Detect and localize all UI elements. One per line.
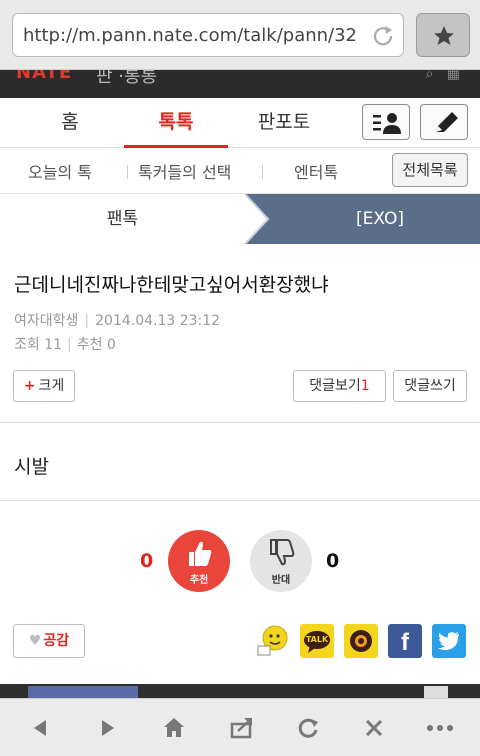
empathy-button[interactable]: ♥ 공감 [13,624,85,658]
facebook-share-button[interactable]: f [388,624,422,658]
forward-icon[interactable] [92,713,124,743]
tab-toktok[interactable]: 톡톡 [124,98,228,148]
text-size-button[interactable]: + 크게 [13,370,75,402]
next-content-sliver [0,684,480,698]
downvote-label: 반대 [271,575,291,586]
recommend-label: 추천 [76,337,103,353]
profile-list-icon [373,113,401,134]
write-comment-button[interactable]: 댓글쓰기 [393,370,467,402]
text-size-label: 크게 [38,378,65,394]
pencil-icon [436,112,458,132]
my-profile-button[interactable] [362,104,410,140]
views-count: 11 [44,337,63,353]
heart-icon: ♥ [28,633,42,649]
downvote-count: 0 [326,550,340,572]
plus-icon: + [23,378,36,394]
kakaotalk-label: TALK [305,635,329,644]
divider [0,422,480,423]
all-list-button[interactable]: 전체목록 [392,153,468,187]
kakaostory-icon [350,630,372,652]
site-header: NATE 판 ·통통 ⌕ ▦ [0,70,480,98]
share-icon[interactable] [226,713,258,743]
empathy-label: 공감 [43,633,70,649]
site-logo[interactable]: NATE [16,70,72,83]
view-comments-label: 댓글보기 [309,378,361,394]
sub-tab-entertainment[interactable]: 엔터톡 [294,159,338,183]
sub-tab-talkers-choice[interactable]: 톡커들의 선택 [138,159,231,183]
bookmark-button[interactable] [416,13,470,57]
kakaotalk-share-button[interactable]: TALK [300,624,334,658]
thumbnail-image[interactable] [28,686,138,698]
twitter-share-button[interactable] [432,624,466,658]
facebook-icon: f [401,629,409,656]
browser-nav-bar [0,698,480,756]
close-icon[interactable] [358,713,390,743]
divider [262,165,263,179]
write-post-button[interactable] [420,104,468,140]
breadcrumb-fantalk[interactable]: 팬톡 [0,194,245,244]
post-title: 근데니네진짜나한테맞고싶어서환장했냐 [14,274,329,296]
thumbs-down-icon [270,539,295,566]
post-author: 여자대학생 [14,313,79,329]
breadcrumb: 팬톡 [EXO] [0,194,480,244]
divider [0,500,480,501]
refresh-icon[interactable] [292,713,324,743]
site-subtitle: 판 ·통통 [96,70,158,87]
emoticon-share-button[interactable] [256,624,290,658]
tab-panphoto[interactable]: 판포토 [232,98,336,148]
emoticon-icon [257,625,288,656]
url-text[interactable]: http://m.pann.nate.com/talk/pann/32 [23,25,363,46]
star-icon [434,26,454,45]
sub-tab-bar: 오늘의 톡 톡커들의 선택 엔터톡 전체목록 [0,148,480,194]
upvote-button[interactable]: 추천 [168,530,230,592]
kakaostory-share-button[interactable] [344,624,378,658]
more-icon[interactable] [424,713,456,743]
thumbnail-image[interactable] [424,686,448,698]
home-icon[interactable] [158,713,190,743]
tab-home[interactable]: 홈 [18,98,122,148]
main-tab-bar: 홈 톡톡 판포토 [0,98,480,148]
header-icons[interactable]: ⌕ ▦ [426,70,460,82]
post-body: 시발 [14,456,49,478]
back-icon[interactable] [24,713,56,743]
view-comments-button[interactable]: 댓글보기1 [293,370,386,402]
comment-count: 1 [360,378,370,394]
downvote-button[interactable]: 반대 [250,530,312,592]
stats-separator: | [67,337,72,353]
post-stats: 조회 11 | 추천 0 [14,334,116,354]
browser-toolbar: http://m.pann.nate.com/talk/pann/32 [0,0,480,70]
upvote-count: 0 [140,550,154,572]
recommend-count: 0 [106,337,116,353]
thumbs-up-icon [189,541,212,566]
post-date: 2014.04.13 23:12 [95,313,221,329]
reload-icon[interactable] [371,23,395,47]
upvote-label: 추천 [189,575,209,586]
post-meta: 여자대학생 | 2014.04.13 23:12 [14,310,220,330]
sub-tab-today[interactable]: 오늘의 톡 [28,159,92,183]
views-label: 조회 [14,337,40,353]
address-bar[interactable]: http://m.pann.nate.com/talk/pann/32 [12,13,404,57]
twitter-icon [438,632,459,651]
divider [127,165,128,179]
meta-separator: | [84,313,90,329]
breadcrumb-exo[interactable]: [EXO] [280,194,480,244]
